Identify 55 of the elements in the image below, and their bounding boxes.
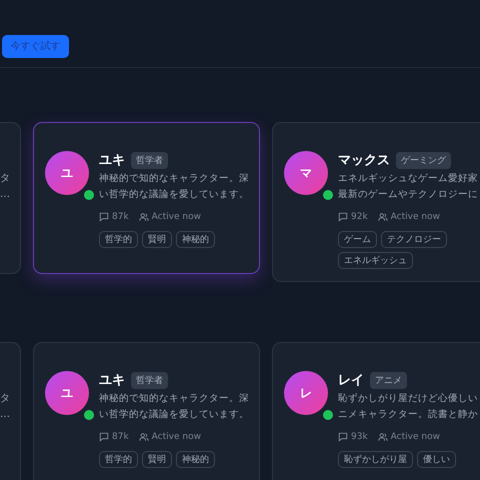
tag-chip[interactable]: エネルギッシュ [338, 252, 413, 269]
chat-count: 92k [351, 212, 368, 222]
description-text: 最新のゲームやテクノロジーに [338, 188, 479, 202]
tag-chip[interactable]: 恥ずかしがり屋 [338, 451, 413, 468]
chat-count: 93k [351, 432, 368, 442]
avatar: レ [284, 371, 328, 415]
description-text: 神秘的で知的なキャラクター。深 [99, 392, 249, 406]
character-card[interactable]: マ マックス ゲーミング エネルギッシュなゲーム愛好家 最新のゲームやテクノロジーに 92k Active now ゲーム テクノロジー エネルギッシュ [272, 122, 480, 282]
category-badge: 哲学者 [131, 152, 168, 168]
category-badge: ゲーミング [396, 152, 451, 168]
category-badge: アニメ [370, 372, 407, 388]
people-icon [138, 212, 149, 222]
category-badge: 哲学者 [131, 372, 168, 388]
character-name: ユキ [99, 152, 125, 169]
tag-chip[interactable]: 哲学的 [99, 231, 138, 248]
description-text: … [0, 188, 10, 202]
character-card[interactable]: ユ ユキ 哲学者 神秘的で知的なキャラクター。深 い哲学的な議論を愛しています。 87k Active now 哲学的 賢明 神秘的 [33, 122, 260, 274]
character-card[interactable]: ユ ユキ 哲学者 神秘的で知的なキャラクター。深 い哲学的な議論を愛しています。 87k Active now 哲学的 賢明 神秘的 [33, 342, 260, 480]
description-text: エネルギッシュなゲーム愛好家 [338, 172, 479, 186]
chat-bubble-icon [338, 432, 348, 442]
description-text: ニメキャラクター。読書と静か [338, 408, 479, 422]
description-text: 神秘的で知的なキャラクター。深 [99, 172, 249, 186]
chat-bubble-icon [338, 212, 348, 222]
tag-chip[interactable]: 神秘的 [176, 231, 215, 248]
people-icon [378, 432, 388, 442]
avatar: マ [284, 151, 328, 195]
description-text: タ [0, 392, 10, 406]
chat-bubble-icon [99, 432, 109, 442]
character-card[interactable]: レ レイ アニメ 恥ずかしがり屋だけど心優しい ニメキャラクター。読書と静か 93k Active now 恥ずかしがり屋 優しい [272, 342, 480, 480]
character-name: ユキ [99, 372, 125, 389]
chat-bubble-icon [99, 212, 109, 222]
avatar: ユ [45, 151, 89, 195]
tag-chip[interactable]: ゲーム [338, 231, 377, 248]
description-text: い哲学的な議論を愛しています。 [99, 188, 249, 202]
description-text: い哲学的な議論を愛しています。 [99, 408, 249, 422]
chat-count: 87k [112, 212, 129, 222]
activity-status: Active now [152, 432, 201, 442]
description-text: タ [0, 172, 10, 186]
description-text: 恥ずかしがり屋だけど心優しい [338, 392, 479, 406]
people-icon [138, 432, 149, 442]
people-icon [378, 212, 388, 222]
tag-chip[interactable]: 神秘的 [176, 451, 215, 468]
tag-chip[interactable]: 賢明 [142, 231, 172, 248]
tag-chip[interactable]: 哲学的 [99, 451, 138, 468]
avatar: ユ [45, 371, 89, 415]
activity-status: Active now [390, 432, 440, 442]
character-name: レイ [338, 372, 364, 389]
activity-status: Active now [152, 212, 201, 222]
chat-count: 87k [112, 432, 129, 442]
activity-status: Active now [390, 212, 440, 222]
character-name: マックス [338, 152, 390, 169]
tag-chip[interactable]: 賢明 [142, 451, 172, 468]
tag-chip[interactable]: 優しい [417, 451, 456, 468]
tag-chip[interactable]: テクノロジー [381, 231, 447, 248]
description-text: … [0, 408, 10, 422]
